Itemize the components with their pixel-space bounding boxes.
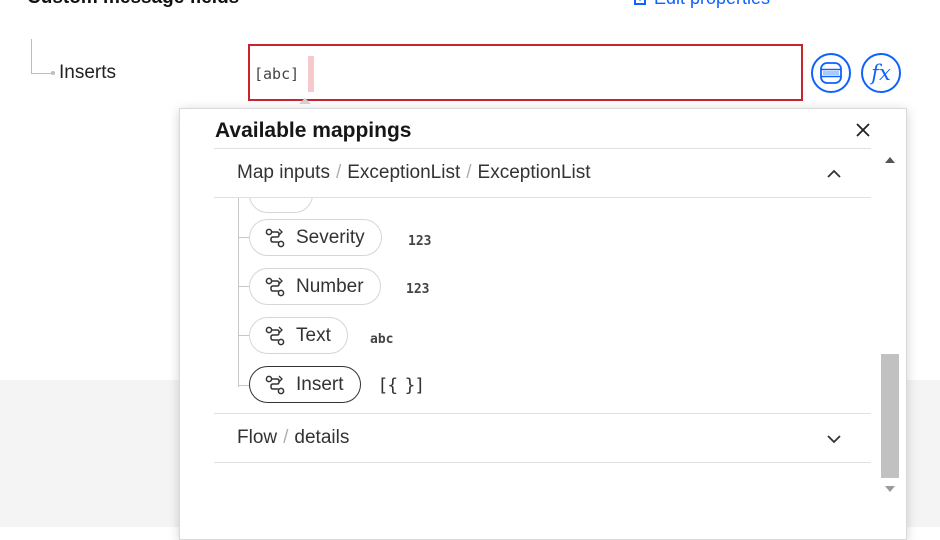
breadcrumb-item: ExceptionList (347, 162, 461, 183)
breadcrumb-item: details (294, 427, 350, 448)
breadcrumb-separator: / (335, 162, 342, 183)
edit-properties-label: Edit properties (654, 0, 770, 9)
mapping-item-label: Number (296, 275, 364, 297)
text-cursor-highlight (308, 56, 314, 92)
mapping-item-text[interactable]: Text (249, 317, 348, 354)
panel-title: Available mappings (215, 119, 412, 142)
flow-connection-icon (264, 198, 286, 206)
type-chip-abc-array: [abc] (254, 60, 311, 88)
mapping-item-insert[interactable]: Insert (249, 366, 361, 403)
tree-line (238, 198, 239, 387)
mapping-item-severity[interactable]: Severity (249, 219, 382, 256)
close-panel-button[interactable] (852, 119, 874, 141)
function-button[interactable]: fx (861, 53, 901, 93)
breadcrumb-item: ExceptionList (477, 162, 591, 183)
inserts-input[interactable]: [abc] (248, 44, 803, 101)
section-title: Custom message fields (27, 0, 239, 9)
mapping-item-partial[interactable] (249, 198, 313, 213)
available-mappings-panel: Available mappings Map inputs / ExceptionL… (179, 108, 907, 540)
flow-connection-icon (264, 325, 286, 347)
inserts-field-label: Inserts (59, 62, 117, 83)
tree-connector-vertical (31, 39, 32, 73)
popover-caret (299, 98, 311, 104)
fx-icon: fx (871, 61, 891, 85)
type-badge-number: 123 (408, 234, 432, 249)
accordion-flow-details[interactable]: Flow / details (214, 413, 871, 463)
flow-connection-icon (264, 374, 286, 396)
breadcrumb: Map inputs / ExceptionList / ExceptionList (237, 162, 591, 184)
edit-properties-link[interactable]: Edit properties (632, 0, 770, 9)
mapping-item-label: Insert (296, 373, 344, 395)
accordion-map-inputs[interactable]: Map inputs / ExceptionList / ExceptionList (214, 148, 871, 198)
flow-connection-icon (264, 227, 286, 249)
mapping-item-number[interactable]: Number (249, 268, 381, 305)
scrollbar-thumb[interactable] (881, 354, 899, 478)
chevron-up-icon (827, 169, 841, 178)
panel-scrollbar[interactable] (879, 157, 901, 492)
breadcrumb-item: Flow (237, 427, 278, 448)
type-badge-number: 123 (406, 282, 430, 297)
breadcrumb-item: Map inputs (237, 162, 330, 183)
flow-connection-icon (264, 276, 286, 298)
data-map-icon (820, 62, 842, 84)
tree-connector-dot (51, 71, 55, 75)
breadcrumb-separator: / (466, 162, 472, 183)
insert-mapping-button[interactable] (811, 53, 851, 93)
scroll-down-arrow-icon[interactable] (885, 486, 895, 492)
close-icon (856, 123, 870, 137)
scroll-up-arrow-icon[interactable] (885, 157, 895, 163)
tree-line-end (238, 373, 239, 385)
breadcrumb-separator: / (283, 427, 289, 448)
tree-connector-horizontal (31, 73, 53, 74)
breadcrumb: Flow / details (237, 427, 349, 449)
mapping-tree: Severity Number Text Insert (214, 198, 871, 412)
type-badge-object-array: [{ }] (380, 375, 423, 396)
type-badge-text: abc (370, 332, 394, 347)
mapping-item-label: Text (296, 324, 331, 346)
chevron-down-icon (827, 435, 841, 444)
edit-properties-icon (634, 0, 646, 5)
mapping-item-label: Severity (296, 226, 365, 248)
